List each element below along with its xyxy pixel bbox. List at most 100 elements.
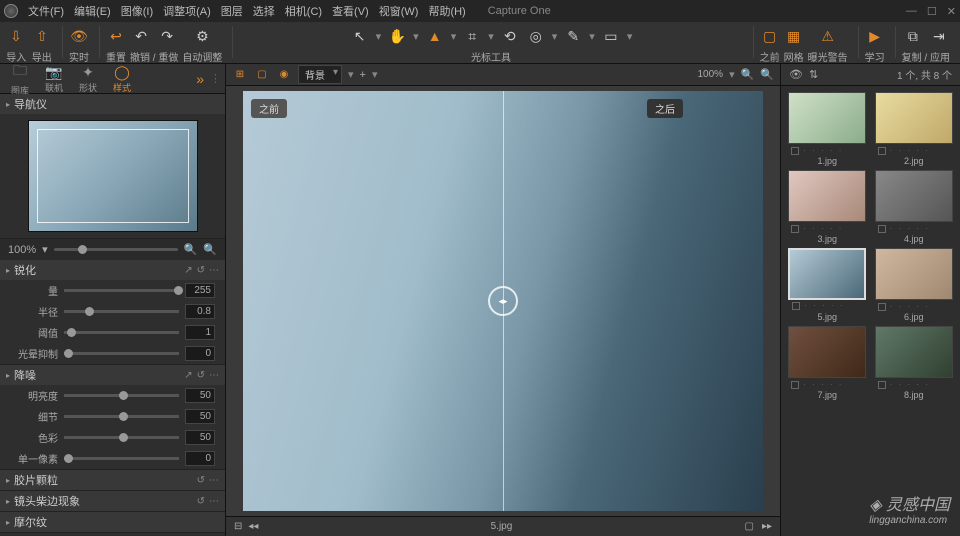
sharpen-amount-slider[interactable] (64, 289, 179, 292)
thumbnail-name: 1.jpg (817, 156, 837, 166)
export-icon[interactable]: ⇧ (32, 26, 52, 46)
section-moire[interactable]: 摩尔纹 (14, 514, 219, 530)
autoadj-icon[interactable]: ⚙ (192, 26, 212, 46)
thumbnail-name: 2.jpg (904, 156, 924, 166)
tab-style[interactable]: ◯样式 (106, 64, 138, 94)
thumbnail[interactable]: · · · · · (788, 170, 866, 222)
filter-icon[interactable]: ⇅ (809, 68, 818, 81)
layer-select[interactable]: 背景 (298, 65, 342, 84)
viewer-zoom[interactable]: 100% (697, 69, 723, 80)
compare-slider-handle[interactable]: ◂▸ (488, 286, 518, 316)
spot-tool-icon[interactable]: ◎ (526, 26, 546, 46)
nav-left-icon[interactable]: ◂◂ (248, 521, 258, 532)
noise-color-slider[interactable] (64, 436, 179, 439)
thumbnail[interactable]: · · · · · (788, 92, 866, 144)
sharpen-auto-icon[interactable]: ↗ (184, 265, 192, 276)
thumbnail-name: 8.jpg (904, 390, 924, 400)
nav-right-icon[interactable]: ▸▸ (762, 521, 772, 532)
thumbnail[interactable]: · · · · · (875, 248, 953, 300)
minimize-icon[interactable]: — (906, 5, 917, 18)
thumbnail[interactable]: · · · · · (875, 326, 953, 378)
maximize-icon[interactable]: ☐ (927, 5, 937, 18)
zoom-slider[interactable] (54, 248, 178, 251)
redo-icon[interactable]: ↷ (157, 26, 177, 46)
learn-icon[interactable]: ▶ (865, 26, 885, 46)
visibility-icon[interactable]: 👁 (789, 68, 803, 81)
prev-state-icon[interactable]: ⊟ (234, 521, 242, 532)
zoom-in-icon[interactable]: 🔍 (760, 68, 774, 81)
sharpen-amount-value[interactable]: 255 (185, 283, 215, 298)
image-viewer[interactable]: 之前 之后 ◂▸ (226, 86, 780, 516)
menu-adjust[interactable]: 调整项(A) (163, 3, 211, 19)
hand-tool-icon[interactable]: ✋ (387, 26, 407, 46)
before-label: 之前 (251, 99, 287, 118)
pointer-tool-icon[interactable]: ↖ (350, 26, 370, 46)
noise-luminance-slider[interactable] (64, 394, 179, 397)
menu-help[interactable]: 帮助(H) (428, 3, 465, 19)
menu-bar: 文件(F) 编辑(E) 图像(I) 调整项(A) 图层 选择 相机(C) 查看(… (0, 0, 960, 22)
menu-window[interactable]: 视窗(W) (379, 3, 419, 19)
thumbnail-name: 3.jpg (817, 234, 837, 244)
undo-icon[interactable]: ↶ (131, 26, 151, 46)
noise-details-slider[interactable] (64, 415, 179, 418)
sharpen-threshold-value[interactable]: 1 (185, 325, 215, 340)
section-sharpen[interactable]: 锐化 (14, 262, 180, 278)
menu-edit[interactable]: 编辑(E) (74, 3, 111, 19)
zoom-in-icon[interactable]: 🔍 (203, 243, 217, 256)
rotate-tool-icon[interactable]: ⟲ (500, 26, 520, 46)
viewer-panel: ⊞ ▢ ◉ 背景 ▾ +▾ 100%▾ 🔍 🔍 之前 之后 ◂▸ ⊟ ◂◂ 5.… (226, 64, 780, 536)
tabs-menu-icon[interactable]: ⋮ (210, 72, 221, 85)
view-single-icon[interactable]: ▢ (254, 68, 270, 82)
menu-file[interactable]: 文件(F) (28, 3, 64, 19)
zoom-out-icon[interactable]: 🔍 (741, 68, 755, 81)
before-icon[interactable]: ▢ (760, 26, 780, 46)
sharpen-halo-value[interactable]: 0 (185, 346, 215, 361)
view-multi-icon[interactable]: ⊞ (232, 68, 248, 82)
noise-pixel-slider[interactable] (64, 457, 179, 460)
menu-layer[interactable]: 图层 (221, 3, 243, 19)
live-icon[interactable]: 👁 (69, 26, 89, 46)
annotate-tool-icon[interactable]: ▭ (601, 26, 621, 46)
sharpen-threshold-slider[interactable] (64, 331, 179, 334)
thumbnail-name: 6.jpg (904, 312, 924, 322)
exposure-warn-icon[interactable]: ⚠ (818, 26, 838, 46)
mask-tool-icon[interactable]: ▲ (425, 26, 445, 46)
sharpen-reset-icon[interactable]: ↺ (197, 265, 205, 276)
menu-camera[interactable]: 相机(C) (285, 3, 322, 19)
maximize-view-icon[interactable]: ▢ (745, 521, 754, 532)
menu-select[interactable]: 选择 (253, 3, 275, 19)
sharpen-halo-slider[interactable] (64, 352, 179, 355)
crop-tool-icon[interactable]: ⌗ (462, 26, 482, 46)
import-icon[interactable]: ⇩ (6, 26, 26, 46)
zoom-out-icon[interactable]: 🔍 (184, 243, 198, 256)
sharpen-radius-value[interactable]: 0.8 (185, 304, 215, 319)
thumbnail-name: 7.jpg (817, 390, 837, 400)
section-film[interactable]: 胶片颗粒 (14, 472, 193, 488)
sharpen-radius-slider[interactable] (64, 310, 179, 313)
apply-icon[interactable]: ⇥ (929, 26, 949, 46)
zoom-value: 100% (8, 244, 36, 256)
thumbnail[interactable]: · · · · · (875, 92, 953, 144)
thumbnail[interactable]: · · · · · (875, 170, 953, 222)
section-navigator[interactable]: 导航仪 (14, 96, 219, 112)
reset-icon[interactable]: ↩ (106, 26, 126, 46)
menu-image[interactable]: 图像(I) (121, 3, 153, 19)
expand-tabs-icon[interactable]: » (196, 71, 204, 87)
copy-icon[interactable]: ⧉ (903, 26, 923, 46)
section-noise[interactable]: 降噪 (14, 367, 180, 383)
add-layer-icon[interactable]: + (360, 69, 366, 81)
tab-capture[interactable]: 📷联机 (38, 64, 70, 94)
thumbnail-name: 5.jpg (817, 312, 837, 322)
browser-panel: 👁 ⇅ 1 个, 共 8 个 · · · · ·1.jpg· · · · ·2.… (780, 64, 960, 536)
grid-icon[interactable]: ▦ (784, 26, 804, 46)
view-proof-icon[interactable]: ◉ (276, 68, 292, 82)
tab-library[interactable]: 🗀图库 (4, 60, 36, 97)
thumbnail[interactable]: · · · · · (788, 248, 866, 300)
navigator-preview[interactable] (28, 120, 198, 232)
thumbnail[interactable]: · · · · · (788, 326, 866, 378)
menu-view[interactable]: 查看(V) (332, 3, 369, 19)
close-icon[interactable]: ✕ (947, 5, 956, 18)
section-lens[interactable]: 镜头柴边现象 (14, 493, 193, 509)
picker-tool-icon[interactable]: ✎ (563, 26, 583, 46)
tab-shape[interactable]: ✦形状 (72, 64, 104, 94)
